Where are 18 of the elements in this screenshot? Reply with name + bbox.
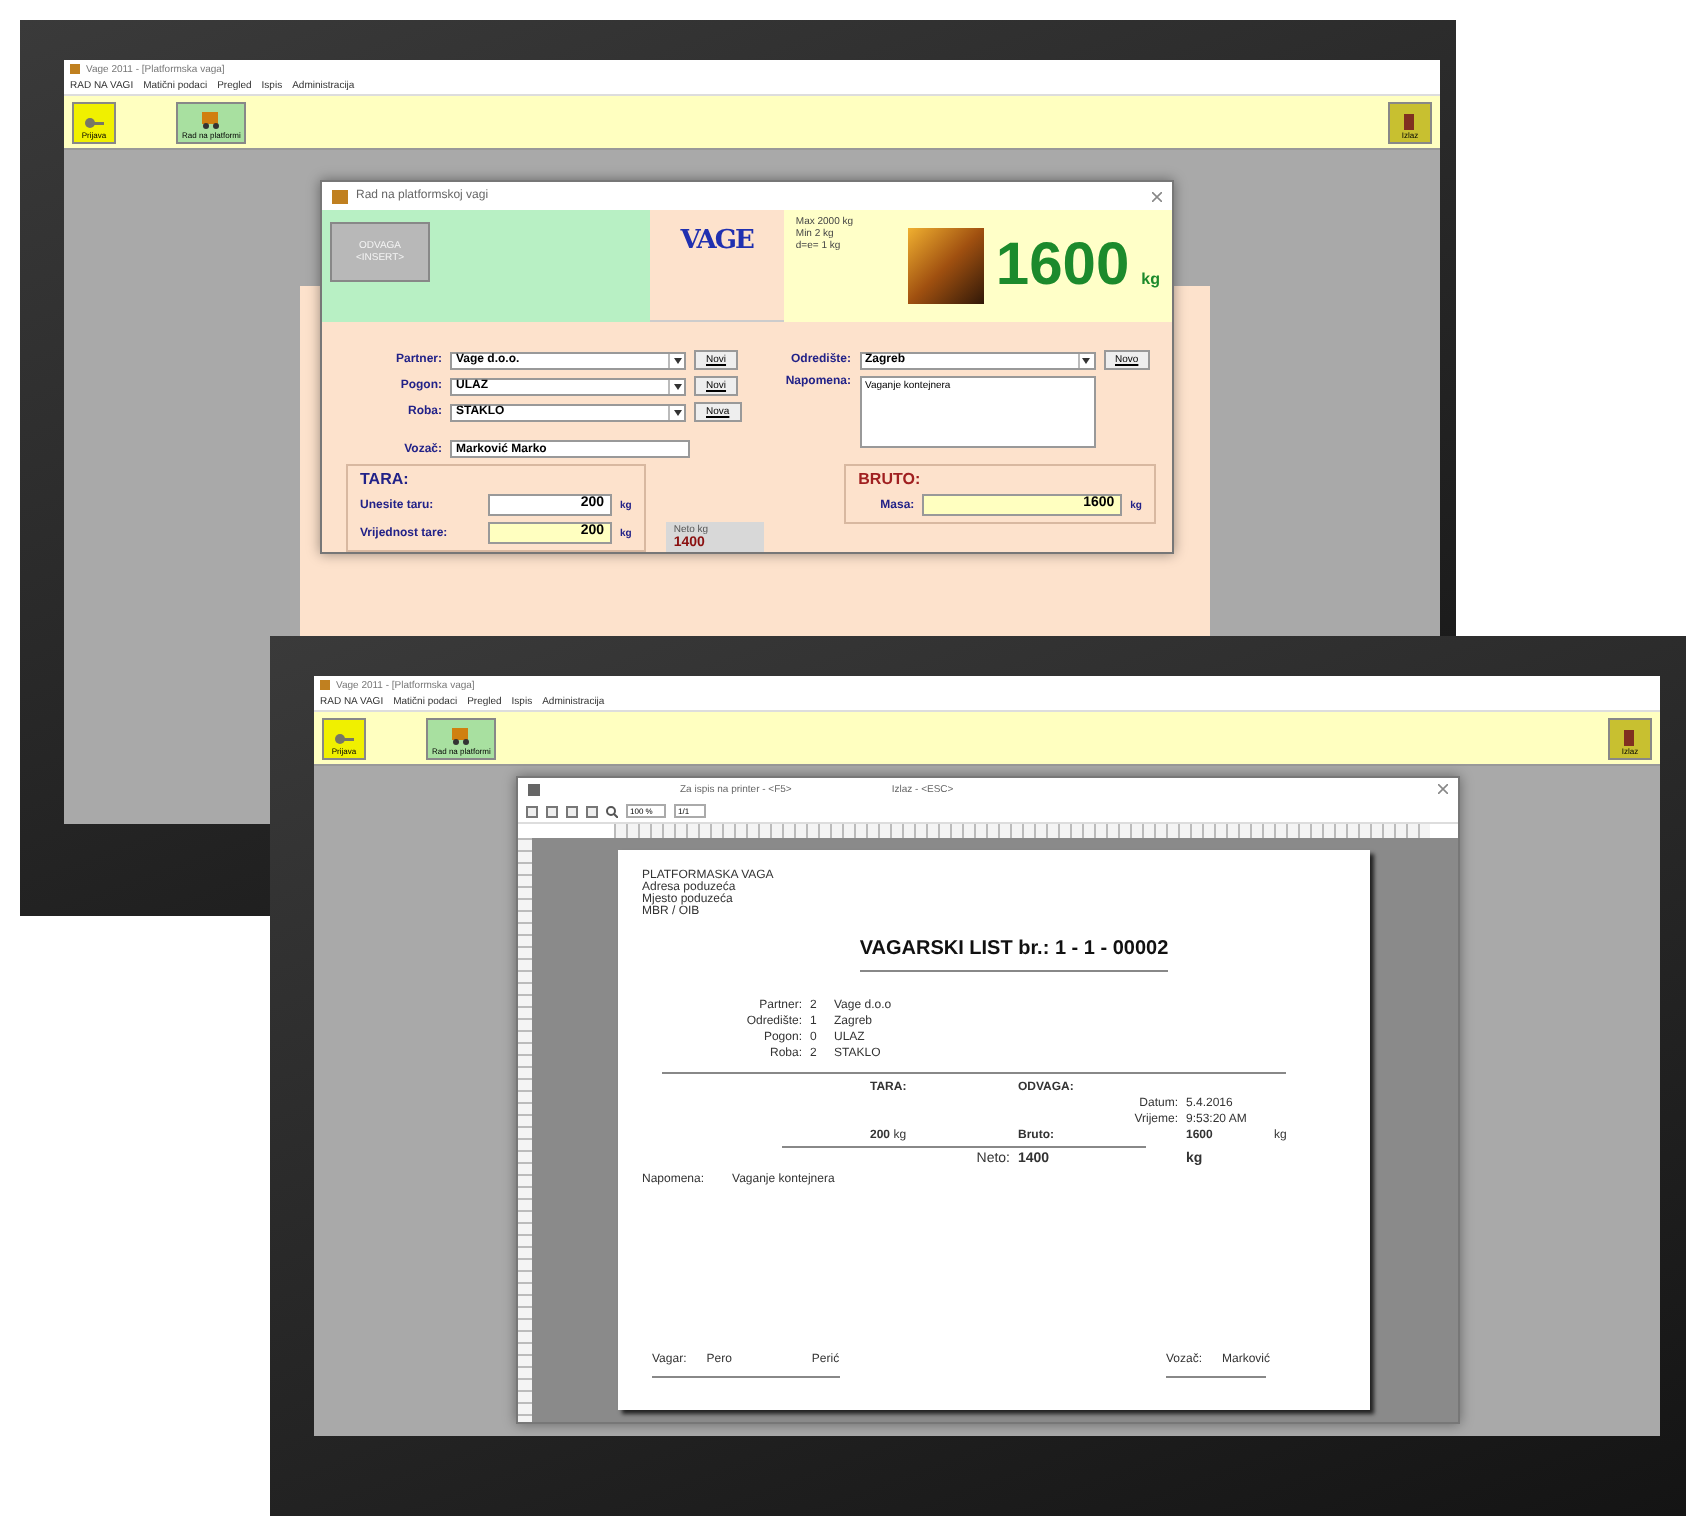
- caret-icon: [668, 405, 684, 419]
- key-icon: [84, 115, 104, 129]
- key-icon: [334, 731, 354, 745]
- caret-icon: [668, 379, 684, 393]
- close-icon[interactable]: [1438, 784, 1448, 794]
- zoom-icon[interactable]: [606, 805, 618, 817]
- door-icon: [1403, 113, 1417, 129]
- caret-icon: [668, 353, 684, 367]
- indicator-square: [907, 228, 984, 304]
- report-title: VAGARSKI LIST br.: 1 - 1 - 00002: [859, 938, 1169, 972]
- unit-label: kg: [1141, 269, 1160, 287]
- group-title: BRUTO:: [858, 470, 923, 488]
- close-icon[interactable]: [1152, 191, 1162, 201]
- door-icon: [1623, 729, 1637, 745]
- caret-icon: [1077, 353, 1093, 367]
- group-title: TARA:: [360, 470, 411, 488]
- logo: VAGE: [680, 226, 753, 256]
- weight-reading: 1600: [995, 232, 1130, 300]
